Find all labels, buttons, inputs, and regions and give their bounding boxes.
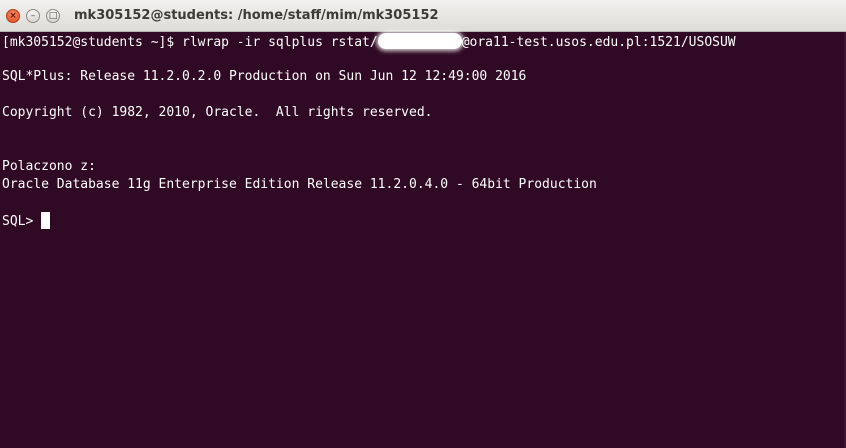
command-suffix: @ora11-test.usos.edu.pl:1521/USOSUW — [461, 35, 736, 50]
database-line: Oracle Database 11g Enterprise Edition R… — [2, 177, 597, 192]
minimize-icon[interactable]: – — [26, 9, 40, 23]
sql-prompt: SQL> — [2, 214, 42, 229]
text-cursor — [41, 212, 51, 229]
command-line: [mk305152@students ~]$ rlwrap -ir sqlplu… — [2, 33, 736, 51]
release-line: SQL*Plus: Release 11.2.0.2.0 Production … — [2, 69, 527, 84]
terminal-window: × – □ mk305152@students: /home/staff/mim… — [0, 0, 846, 448]
terminal-output[interactable]: [mk305152@students ~]$ rlwrap -ir sqlplu… — [0, 32, 846, 448]
window-title: mk305152@students: /home/staff/mim/mk305… — [74, 8, 439, 23]
maximize-icon[interactable]: □ — [46, 9, 60, 23]
command-prefix: [mk305152@students ~]$ rlwrap -ir sqlplu… — [2, 35, 378, 50]
sql-prompt-line[interactable]: SQL> — [2, 212, 51, 230]
title-bar[interactable]: × – □ mk305152@students: /home/staff/mim… — [0, 0, 846, 32]
close-icon[interactable]: × — [6, 9, 20, 23]
redacted-password — [377, 33, 462, 49]
connected-line: Polaczono z: — [2, 159, 96, 174]
copyright-line: Copyright (c) 1982, 2010, Oracle. All ri… — [2, 105, 433, 120]
